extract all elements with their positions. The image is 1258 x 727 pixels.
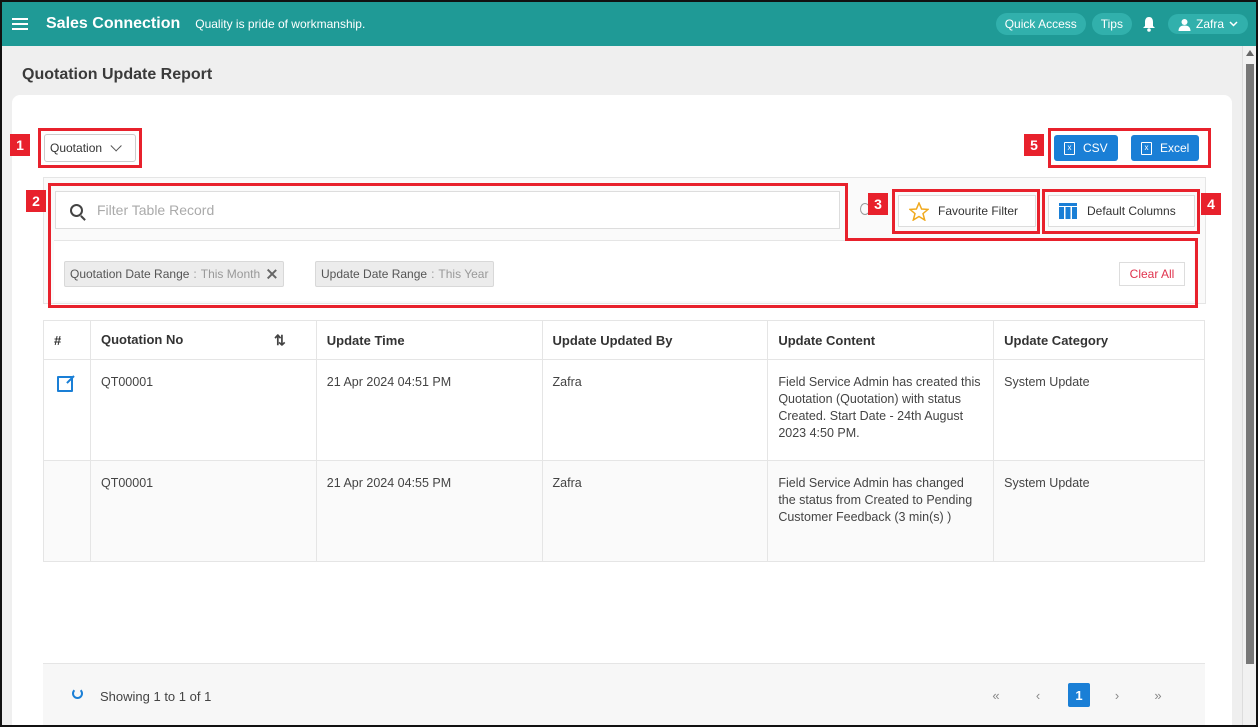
table-row: QT00001 21 Apr 2024 04:55 PM Zafra Field…	[43, 460, 1205, 562]
hamburger-menu-icon[interactable]	[12, 18, 28, 30]
next-page-button[interactable]: ›	[1106, 683, 1128, 707]
annotation-box-1	[38, 128, 142, 168]
cell-update-category: System Update	[993, 359, 1205, 461]
notification-bell-icon[interactable]	[1142, 16, 1156, 32]
cell-update-category: System Update	[993, 460, 1205, 562]
table-row: QT00001 21 Apr 2024 04:51 PM Zafra Field…	[43, 359, 1205, 461]
first-page-button[interactable]: «	[985, 683, 1007, 707]
app-window: Sales Connection Quality is pride of wor…	[0, 0, 1258, 727]
column-header-index: #	[43, 320, 91, 360]
table-header-row: # Quotation No ⇅ Update Time Update Upda…	[43, 320, 1205, 360]
annotation-box-2-lower	[48, 238, 1198, 308]
prev-page-button[interactable]: ‹	[1027, 683, 1049, 707]
annotation-box-4	[1042, 189, 1200, 234]
annotation-label-3: 3	[868, 193, 888, 215]
user-icon	[1178, 18, 1191, 31]
report-table: # Quotation No ⇅ Update Time Update Upda…	[43, 320, 1205, 562]
cell-updated-by: Zafra	[542, 359, 769, 461]
annotation-label-1: 1	[10, 134, 30, 156]
scroll-up-icon[interactable]	[1246, 50, 1254, 56]
annotation-box-2-join	[845, 238, 1198, 241]
refresh-icon[interactable]	[72, 688, 83, 699]
brand-name[interactable]: Sales Connection	[46, 15, 180, 33]
page-title: Quotation Update Report	[22, 66, 213, 83]
tagline: Quality is pride of workmanship.	[195, 17, 366, 31]
cell-update-content: Field Service Admin has created this Quo…	[767, 359, 995, 461]
user-menu[interactable]: Zafra	[1167, 14, 1248, 34]
scrollbar-thumb[interactable]	[1246, 64, 1254, 664]
chevron-down-icon	[1229, 21, 1238, 27]
column-header-update-time[interactable]: Update Time	[316, 320, 543, 360]
row-actions	[43, 460, 91, 562]
column-header-update-category[interactable]: Update Category	[993, 320, 1205, 360]
last-page-button[interactable]: »	[1147, 683, 1169, 707]
sort-icon[interactable]: ⇅	[274, 332, 286, 349]
row-actions	[43, 359, 91, 461]
vertical-scrollbar[interactable]	[1242, 46, 1256, 725]
cell-update-content: Field Service Admin has changed the stat…	[767, 460, 995, 562]
annotation-label-2: 2	[26, 190, 46, 212]
cell-updated-by: Zafra	[542, 460, 769, 562]
record-count: Showing 1 to 1 of 1	[100, 689, 212, 704]
column-header-quotation-no[interactable]: Quotation No ⇅	[90, 320, 317, 360]
column-header-label: Quotation No	[100, 331, 184, 347]
user-name: Zafra	[1195, 17, 1224, 31]
annotation-box-3	[892, 189, 1040, 234]
external-link-icon[interactable]	[57, 376, 73, 392]
column-header-update-content[interactable]: Update Content	[767, 320, 995, 360]
cell-update-time: 21 Apr 2024 04:55 PM	[316, 460, 543, 562]
annotation-box-5	[1048, 128, 1211, 168]
annotation-label-4: 4	[1201, 193, 1221, 215]
column-header-updated-by[interactable]: Update Updated By	[542, 320, 769, 360]
annotation-box-2	[48, 183, 848, 241]
quick-access-button[interactable]: Quick Access	[995, 13, 1086, 35]
page-1-button[interactable]: 1	[1068, 683, 1090, 707]
cell-update-time: 21 Apr 2024 04:51 PM	[316, 359, 543, 461]
top-navbar: Sales Connection Quality is pride of wor…	[2, 2, 1256, 46]
cell-quotation-no: QT00001	[90, 460, 317, 562]
tips-button[interactable]: Tips	[1091, 13, 1132, 35]
annotation-label-5: 5	[1024, 134, 1044, 156]
cell-quotation-no: QT00001	[90, 359, 317, 461]
